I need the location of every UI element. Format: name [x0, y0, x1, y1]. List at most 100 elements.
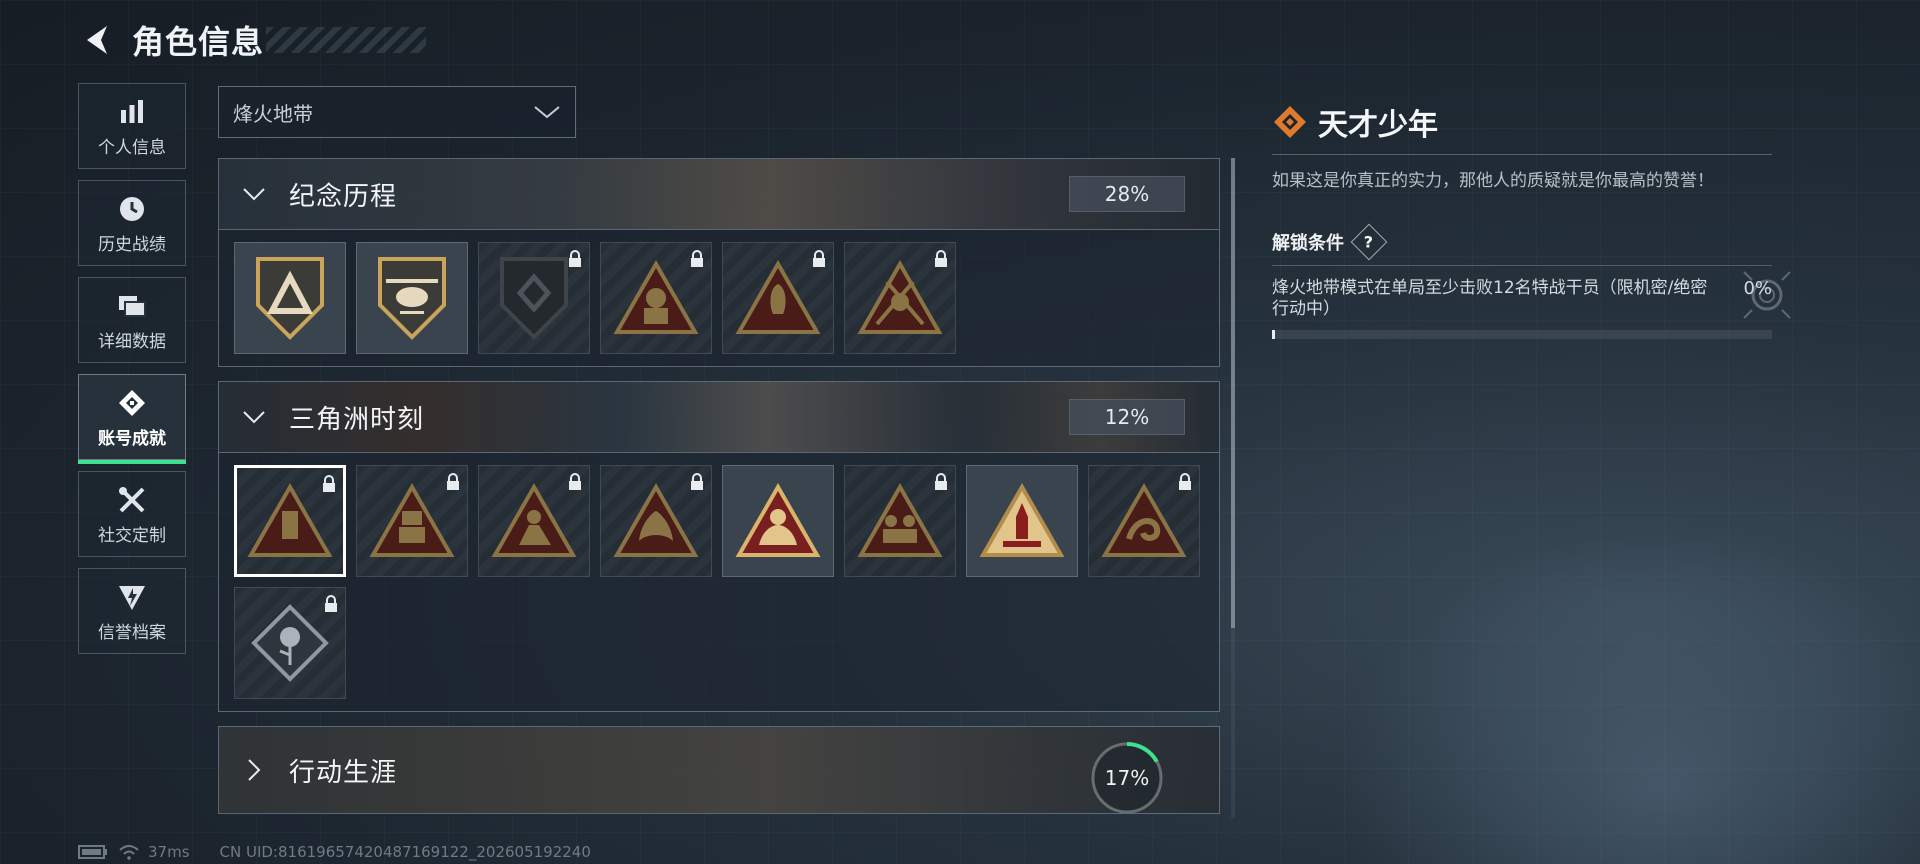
chevron-down-icon	[219, 187, 289, 201]
help-button[interactable]: ?	[1350, 223, 1388, 261]
unlock-condition: 烽火地带模式在单局至少击败12名特战干员（限机密/绝密行动中） 0%	[1272, 278, 1772, 320]
badge-item[interactable]	[356, 242, 468, 354]
background-storm	[1280, 484, 1920, 864]
badge-item[interactable]	[966, 465, 1078, 577]
badge-item[interactable]	[722, 242, 834, 354]
condition-progress-bar	[1272, 330, 1772, 339]
badge-item[interactable]	[844, 465, 956, 577]
sidebar-item-social[interactable]: 社交定制	[78, 471, 186, 557]
sidebar-item-detailed-data[interactable]: 详细数据	[78, 277, 186, 363]
badge-item[interactable]	[722, 465, 834, 577]
badge-item[interactable]	[234, 587, 346, 699]
chevron-down-icon	[534, 106, 560, 119]
section-percent: 17%	[1104, 766, 1150, 790]
soldier-emblem-icon	[613, 259, 699, 334]
lock-icon	[691, 250, 703, 267]
clock-icon	[117, 192, 147, 226]
back-arrow-icon	[87, 26, 107, 54]
section-career: 行动生涯 17%	[218, 726, 1220, 814]
sidebar-item-label: 账号成就	[98, 428, 166, 449]
tools-icon	[117, 483, 147, 517]
badge-item[interactable]	[478, 465, 590, 577]
badge-item[interactable]	[234, 242, 346, 354]
condition-text: 烽火地带模式在单局至少击败12名特战干员（限机密/绝密行动中）	[1272, 278, 1708, 319]
achievement-icon	[117, 386, 147, 420]
section-title: 纪念历程	[289, 181, 398, 212]
section-header[interactable]: 纪念历程 28%	[219, 159, 1219, 229]
mode-select[interactable]: 烽火地带	[218, 86, 576, 138]
divider	[1272, 265, 1772, 266]
sidebar-item-reputation[interactable]: 信誉档案	[78, 568, 186, 654]
sidebar-item-history[interactable]: 历史战绩	[78, 180, 186, 266]
help-icon: ?	[1364, 232, 1374, 252]
sidebar-item-achievements[interactable]: 账号成就	[78, 374, 186, 464]
target-reticle-icon	[1743, 271, 1791, 319]
lock-icon	[691, 473, 703, 490]
folder-icon	[117, 289, 147, 323]
detail-title: 天才少年	[1318, 108, 1438, 143]
badge-item[interactable]	[478, 242, 590, 354]
sidebar-item-label: 详细数据	[98, 331, 166, 352]
sidebar-item-personal-info[interactable]: 个人信息	[78, 83, 186, 169]
badge-grid	[219, 452, 1219, 711]
lock-icon	[325, 595, 337, 612]
back-button[interactable]	[78, 20, 114, 60]
team-emblem-icon	[857, 482, 943, 557]
section-header[interactable]: 行动生涯 17%	[219, 727, 1219, 813]
badge-item[interactable]	[600, 242, 712, 354]
sidebar-item-label: 个人信息	[98, 137, 166, 158]
section-title: 三角洲时刻	[289, 404, 425, 435]
page-header: 角色信息	[78, 18, 427, 62]
bar-chart-icon	[118, 95, 146, 129]
lock-icon	[1179, 473, 1191, 490]
progress-fill	[1272, 330, 1275, 339]
wifi-icon	[119, 845, 139, 860]
section-title: 行动生涯	[289, 757, 398, 788]
squad-emblem-icon	[735, 482, 821, 557]
fighter-emblem-icon	[491, 482, 577, 557]
sidebar-item-label: 信誉档案	[98, 622, 166, 643]
section-percent: 12%	[1069, 399, 1185, 435]
badge-item[interactable]	[356, 465, 468, 577]
sidebar: 个人信息 历史战绩 详细数据 账号成就 社交定制 信誉档案	[78, 83, 188, 665]
badge-item-selected[interactable]	[234, 465, 346, 577]
divider	[1272, 154, 1772, 155]
robot-emblem-icon	[369, 482, 455, 557]
lock-icon	[935, 250, 947, 267]
ping-text: 37ms	[148, 843, 190, 861]
orange-diamond-icon	[1274, 106, 1306, 138]
rocket-emblem-icon	[979, 482, 1065, 557]
sidebar-item-label: 社交定制	[98, 525, 166, 546]
uid-text: CN UID:8161965742048716​9122_20260519224…	[219, 843, 591, 861]
unlock-label: 解锁条件	[1272, 233, 1344, 254]
achievement-list[interactable]: 纪念历程 28% 三角洲时刻 12% 行动生涯 17%	[218, 158, 1220, 818]
lock-icon	[569, 250, 581, 267]
lock-icon	[569, 473, 581, 490]
lock-icon	[323, 475, 335, 492]
scrollbar-thumb[interactable]	[1231, 158, 1235, 628]
badge-item[interactable]	[1088, 465, 1200, 577]
shield-emblem-icon	[500, 257, 568, 340]
mode-select-value: 烽火地带	[233, 101, 313, 126]
badge-item[interactable]	[844, 242, 956, 354]
detail-description: 如果这是你真正的实力，那他人的质疑就是你最高的赞誉！	[1272, 171, 1714, 191]
badge-item[interactable]	[600, 465, 712, 577]
badge-grid	[219, 229, 1219, 366]
list-scrollbar[interactable]	[1231, 158, 1235, 818]
page-title: 角色信息	[132, 23, 265, 61]
shield-icon	[117, 580, 147, 614]
rose-emblem-icon	[251, 604, 329, 682]
achievement-detail-panel: 天才少年 如果这是你真正的实力，那他人的质疑就是你最高的赞誉！ 解锁条件 ? 烽…	[1272, 100, 1772, 339]
crossed-weapons-emblem-icon	[857, 259, 943, 334]
section-memorial: 纪念历程 28%	[218, 158, 1220, 367]
lock-icon	[935, 473, 947, 490]
triangle-emblem-icon	[256, 257, 324, 340]
title-decoration	[266, 27, 427, 53]
serpent-emblem-icon	[1101, 482, 1187, 557]
chevron-right-icon	[219, 758, 289, 782]
lock-icon	[813, 250, 825, 267]
warrior-emblem-icon	[735, 259, 821, 334]
chevron-down-icon	[219, 410, 289, 424]
section-header[interactable]: 三角洲时刻 12%	[219, 382, 1219, 452]
helicopter-emblem-icon	[378, 257, 446, 340]
